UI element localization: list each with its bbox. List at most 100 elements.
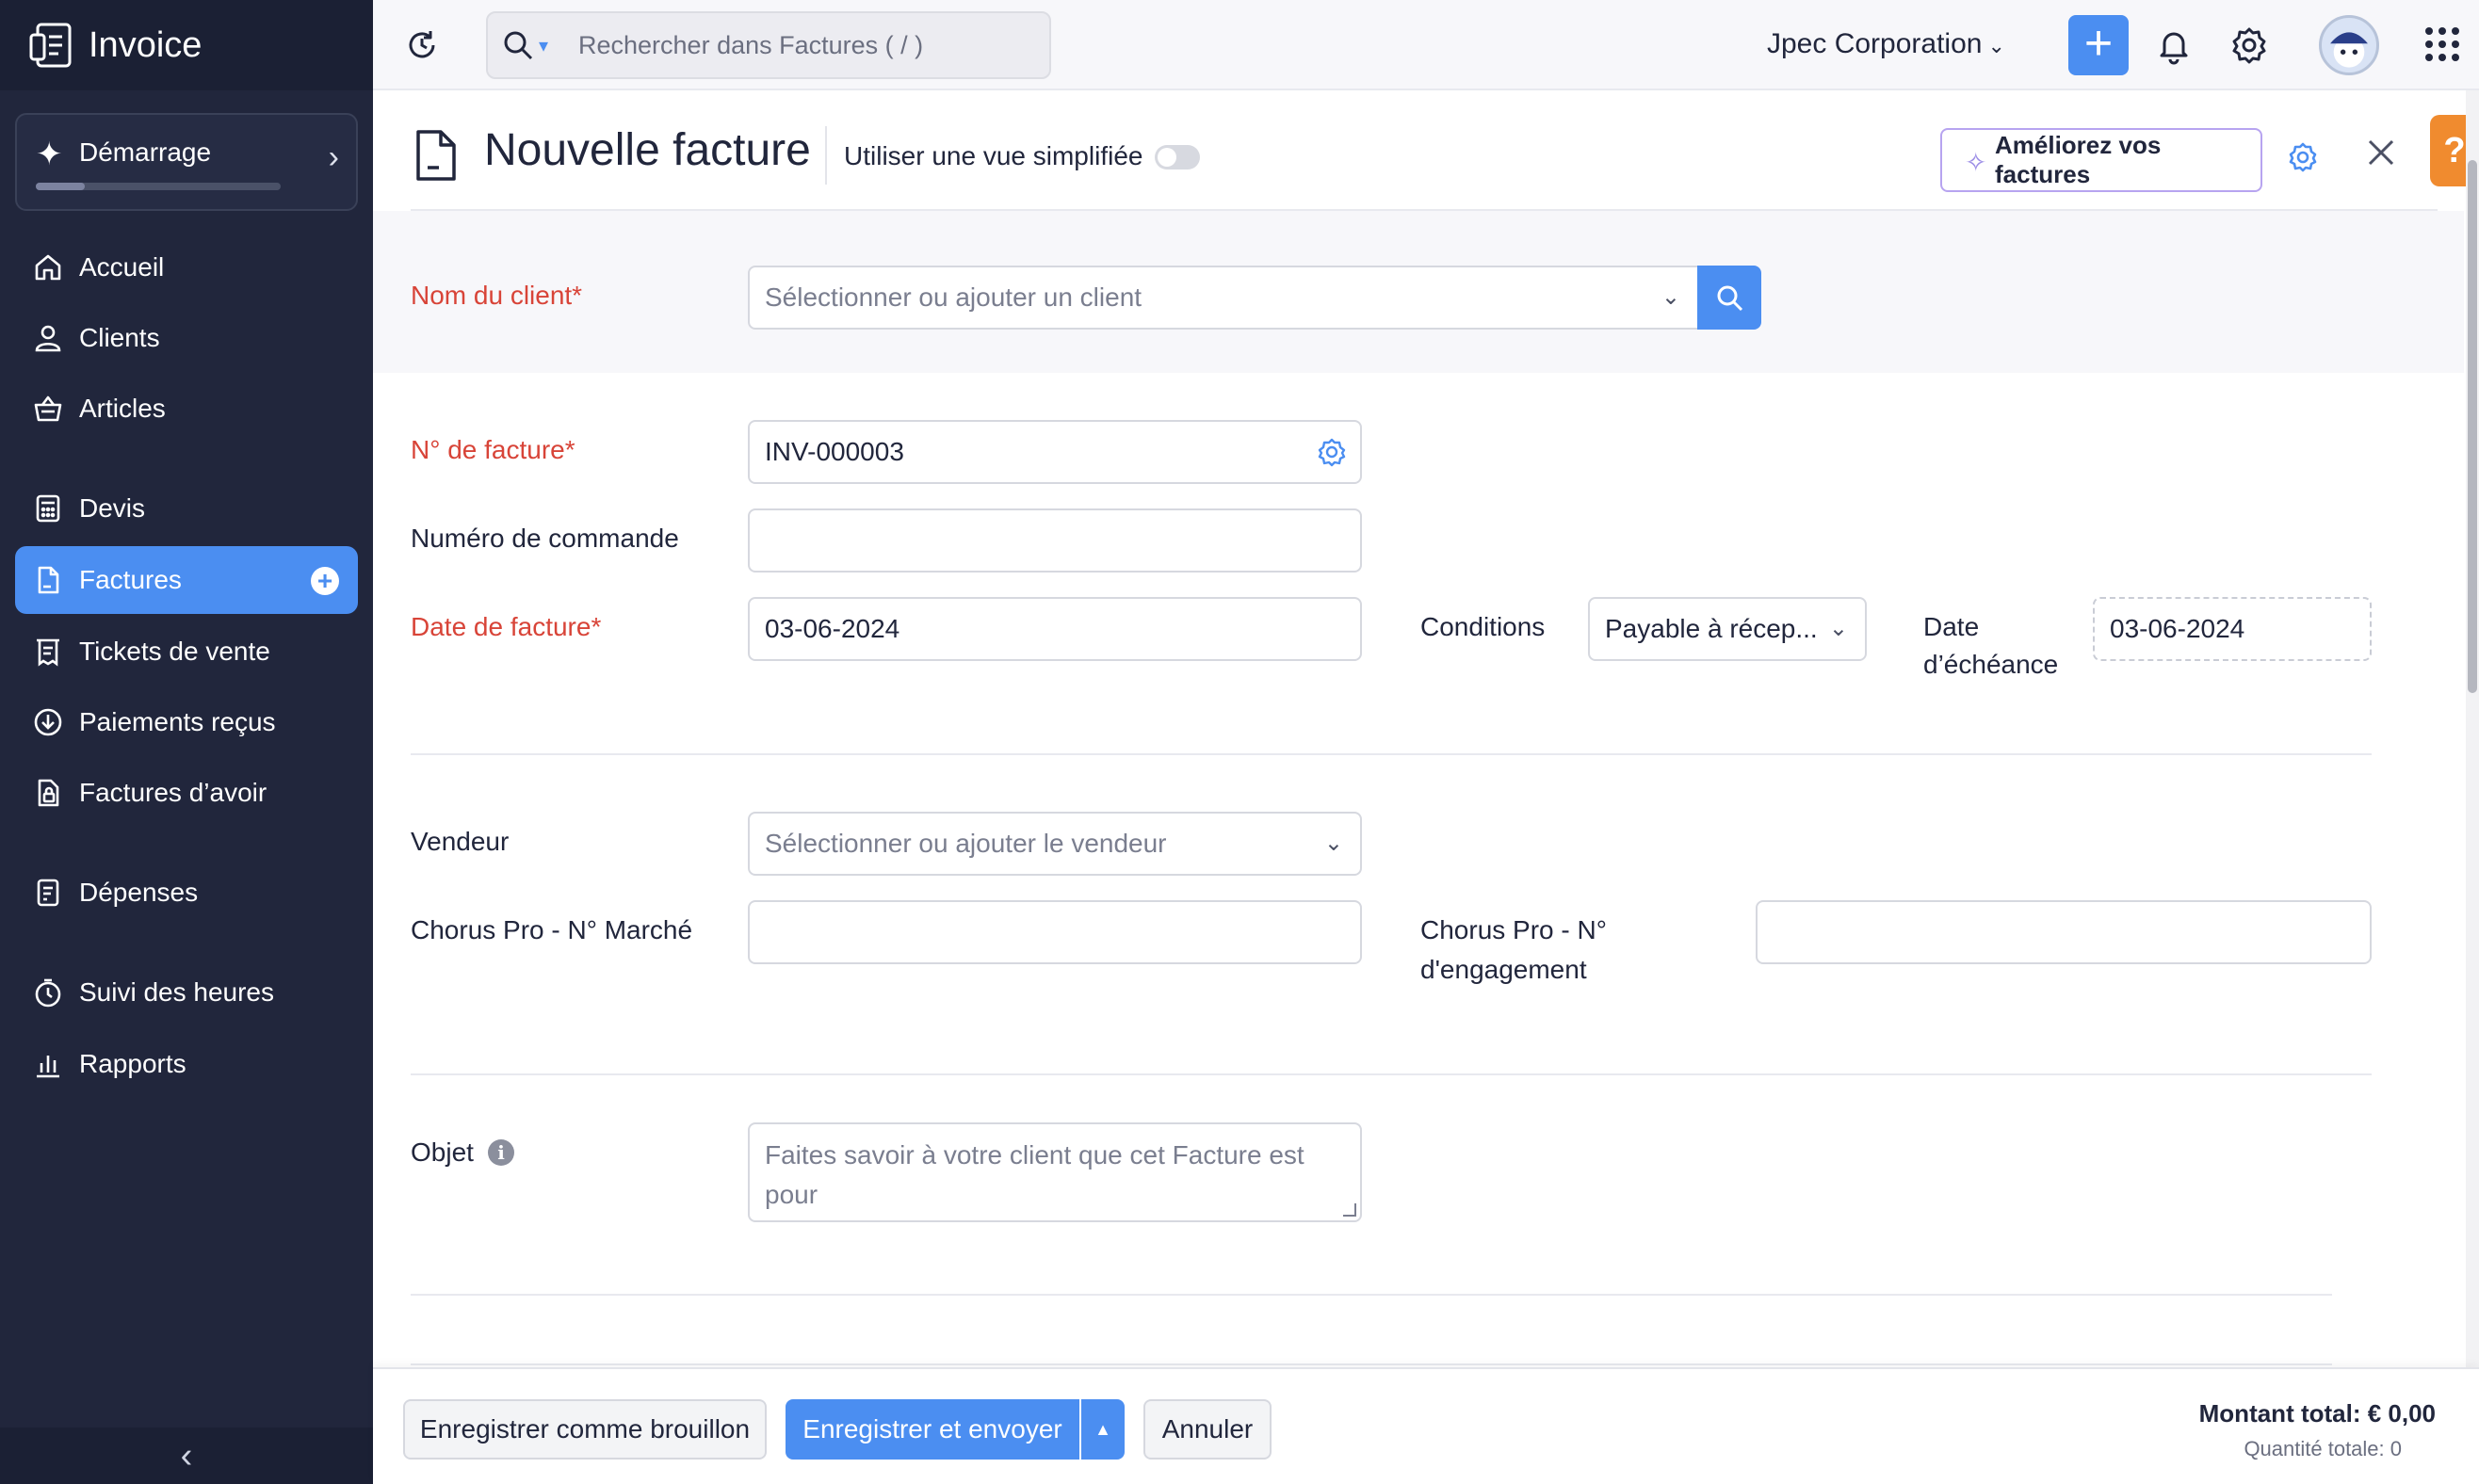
sidebar-item-invoices[interactable]: Factures + bbox=[15, 546, 358, 614]
improve-invoices-button[interactable]: ✧ Améliorez vos factures bbox=[1940, 128, 2262, 192]
sidebar-item-label: Dépenses bbox=[79, 878, 199, 907]
section-divider bbox=[411, 1363, 2332, 1365]
resize-handle[interactable] bbox=[1343, 1203, 1356, 1217]
sidebar-item-quotes[interactable]: Devis bbox=[15, 475, 358, 542]
organization-name: Jpec Corporation bbox=[1767, 28, 1983, 59]
sidebar-item-label: Rapports bbox=[79, 1049, 186, 1078]
sidebar-item-reports[interactable]: Rapports bbox=[15, 1030, 358, 1098]
due-date-value: 03-06-2024 bbox=[2110, 614, 2245, 643]
sidebar-item-label: Accueil bbox=[79, 252, 165, 282]
search-input[interactable] bbox=[578, 26, 1030, 64]
basket-icon bbox=[34, 395, 62, 422]
invoice-number-settings-icon[interactable] bbox=[1317, 437, 1347, 467]
caret-up-icon: ▲ bbox=[1094, 1420, 1111, 1439]
salesperson-select[interactable]: Sélectionner ou ajouter le vendeur ⌄ bbox=[748, 812, 1362, 876]
add-invoice-icon[interactable]: + bbox=[311, 567, 339, 595]
client-search-button[interactable] bbox=[1697, 266, 1761, 330]
sidebar-item-sales-receipts[interactable]: Tickets de vente bbox=[15, 618, 358, 686]
calculator-icon bbox=[36, 494, 60, 523]
sidebar-item-label: Tickets de vente bbox=[79, 637, 270, 666]
sidebar-item-expenses[interactable]: Dépenses bbox=[15, 859, 358, 927]
invoice-date-label: Date de facture* bbox=[411, 612, 602, 641]
cancel-button[interactable]: Annuler bbox=[1143, 1399, 1272, 1460]
scrollbar-thumb[interactable] bbox=[2468, 160, 2477, 693]
chevron-left-icon: ‹ bbox=[180, 1436, 193, 1476]
sidebar-item-label: Devis bbox=[79, 493, 146, 523]
starter-progress bbox=[36, 183, 281, 190]
search-box[interactable]: ▾ bbox=[486, 11, 1051, 79]
terms-label: Conditions bbox=[1420, 612, 1546, 641]
terms-select[interactable]: Payable à récep... ⌄ bbox=[1588, 597, 1867, 661]
collapse-sidebar-button[interactable]: ‹ bbox=[0, 1428, 373, 1484]
recent-history-icon[interactable] bbox=[403, 26, 441, 64]
document-icon bbox=[416, 130, 456, 181]
main-scrollbar[interactable] bbox=[2466, 90, 2479, 1367]
sidebar-item-label: Clients bbox=[79, 323, 160, 352]
sidebar-item-home[interactable]: Accueil bbox=[15, 234, 358, 301]
due-date-field[interactable]: 03-06-2024 bbox=[2093, 597, 2372, 661]
form-footer: Enregistrer comme brouillon Enregistrer … bbox=[373, 1367, 2479, 1484]
bar-chart-icon bbox=[37, 1056, 59, 1078]
sidebar-item-articles[interactable]: Articles bbox=[15, 375, 358, 443]
sidebar-item-label: Articles bbox=[79, 394, 166, 423]
save-draft-button[interactable]: Enregistrer comme brouillon bbox=[403, 1399, 767, 1460]
simplified-view-label: Utiliser une vue simplifiée bbox=[844, 141, 1143, 170]
chevron-down-icon: ⌄ bbox=[1987, 34, 2005, 57]
chorus-market-label: Chorus Pro - N° Marché bbox=[411, 915, 693, 944]
header-divider bbox=[825, 126, 827, 185]
user-icon bbox=[35, 325, 61, 352]
organization-switcher[interactable]: Jpec Corporation ⌄ bbox=[1767, 28, 2005, 60]
client-select[interactable]: Sélectionner ou ajouter un client ⌄ bbox=[748, 266, 1699, 330]
salesperson-placeholder: Sélectionner ou ajouter le vendeur bbox=[765, 829, 1167, 858]
starter-panel[interactable]: ✦ Démarrage › bbox=[15, 113, 358, 211]
simplified-view-toggle[interactable] bbox=[1155, 145, 1200, 169]
settings-gear-icon[interactable] bbox=[2287, 141, 2319, 173]
quick-create-button[interactable]: + bbox=[2068, 15, 2129, 75]
sparkle-icon: ✧ bbox=[1965, 148, 1987, 177]
plus-icon: + bbox=[2083, 16, 2114, 71]
save-and-send-button[interactable]: Enregistrer et envoyer bbox=[786, 1399, 1079, 1460]
app-grid-icon[interactable] bbox=[2422, 24, 2462, 64]
sidebar-item-label: Factures bbox=[79, 565, 182, 594]
section-divider bbox=[411, 753, 2372, 755]
sidebar-item-payments[interactable]: Paiements reçus bbox=[15, 688, 358, 756]
invoice-date-field[interactable]: 03-06-2024 bbox=[748, 597, 1362, 661]
timer-icon bbox=[35, 978, 61, 1008]
brand[interactable]: Invoice bbox=[0, 0, 373, 90]
sidebar-item-time[interactable]: Suivi des heures bbox=[15, 959, 358, 1026]
save-options-caret-button[interactable]: ▲ bbox=[1081, 1399, 1125, 1460]
sidebar: Invoice ✦ Démarrage › Accueil Clients Ar… bbox=[0, 0, 373, 1484]
sidebar-item-credit-notes[interactable]: Factures d’avoir bbox=[15, 759, 358, 827]
sidebar-item-clients[interactable]: Clients bbox=[15, 304, 358, 372]
user-avatar[interactable] bbox=[2319, 15, 2379, 75]
chorus-engagement-field[interactable] bbox=[1756, 900, 2372, 964]
salesperson-label: Vendeur bbox=[411, 827, 510, 856]
search-scope-chevron-icon[interactable]: ▾ bbox=[539, 34, 548, 57]
invoice-number-value: INV-000003 bbox=[765, 437, 904, 466]
invoice-number-field[interactable]: INV-000003 bbox=[748, 420, 1362, 484]
avatar-icon bbox=[2330, 32, 2368, 68]
client-select-placeholder: Sélectionner ou ajouter un client bbox=[765, 282, 1142, 312]
order-number-field[interactable] bbox=[748, 508, 1362, 573]
invoice-date-value: 03-06-2024 bbox=[765, 614, 900, 643]
section-divider bbox=[411, 1073, 2372, 1075]
total-quantity: Quantité totale: 0 bbox=[2244, 1437, 2402, 1460]
close-icon[interactable] bbox=[2362, 134, 2400, 171]
info-icon[interactable]: i bbox=[488, 1139, 514, 1166]
terms-value: Payable à récep... bbox=[1605, 614, 1818, 643]
search-icon bbox=[1717, 285, 1743, 312]
receipt-icon bbox=[37, 638, 59, 667]
app-name: Invoice bbox=[89, 24, 203, 65]
subject-textarea[interactable]: Faites savoir à votre client que cet Fac… bbox=[748, 1122, 1362, 1222]
bell-icon[interactable] bbox=[2153, 24, 2195, 66]
page-header: Nouvelle facture Utiliser une vue simpli… bbox=[373, 92, 2479, 211]
gear-icon[interactable] bbox=[2228, 24, 2270, 66]
chevron-down-icon: ⌄ bbox=[1323, 831, 1343, 856]
page-title: Nouvelle facture bbox=[484, 125, 811, 175]
total-amount: Montant total: € 0,00 bbox=[2198, 1399, 2436, 1428]
subject-label: Objet bbox=[411, 1137, 474, 1167]
document-icon bbox=[38, 566, 59, 594]
sidebar-item-label: Paiements reçus bbox=[79, 707, 276, 736]
chorus-engagement-label-line2: d'engagement bbox=[1420, 955, 1587, 984]
chorus-market-field[interactable] bbox=[748, 900, 1362, 964]
